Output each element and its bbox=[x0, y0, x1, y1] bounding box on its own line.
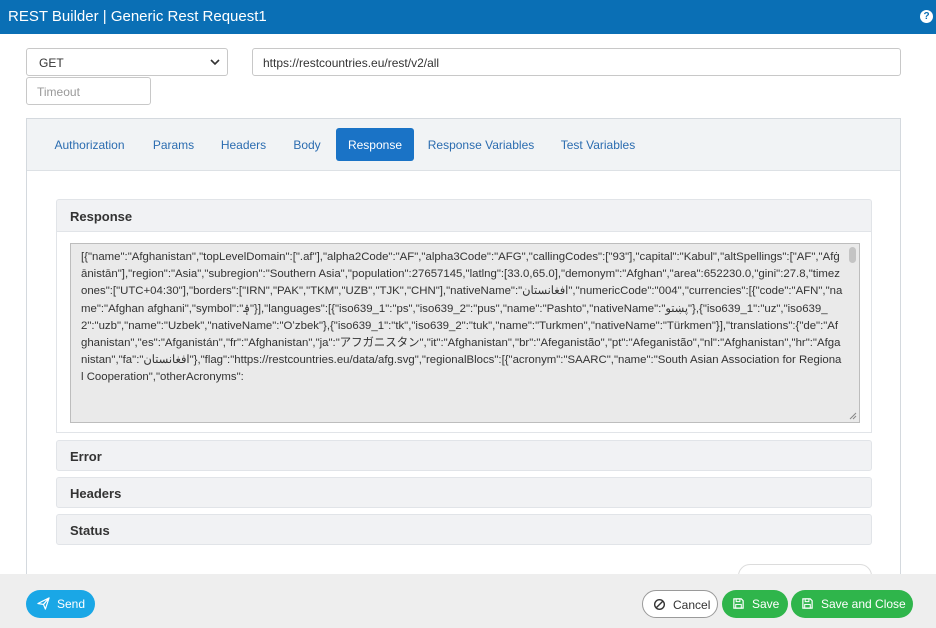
tab-params[interactable]: Params bbox=[143, 128, 204, 161]
url-value: https://restcountries.eu/rest/v2/all bbox=[263, 56, 440, 70]
send-button[interactable]: Send bbox=[26, 590, 95, 618]
tab-response-variables[interactable]: Response Variables bbox=[418, 128, 544, 161]
headers-section[interactable]: Headers bbox=[56, 477, 872, 508]
tab-bar: Authorization Params Headers Body Respon… bbox=[27, 119, 900, 171]
send-label: Send bbox=[57, 597, 86, 611]
chevron-down-icon bbox=[210, 59, 220, 66]
save-label: Save bbox=[752, 597, 780, 611]
response-textarea[interactable]: [{"name":"Afghanistan","topLevelDomain":… bbox=[70, 243, 860, 423]
window-title: REST Builder | Generic Rest Request1 bbox=[8, 8, 267, 25]
timeout-placeholder: Timeout bbox=[37, 85, 80, 99]
save-and-close-button[interactable]: Save and Close bbox=[791, 590, 913, 618]
timeout-input[interactable]: Timeout bbox=[26, 77, 151, 105]
url-input[interactable]: https://restcountries.eu/rest/v2/all bbox=[252, 48, 901, 76]
tab-authorization[interactable]: Authorization bbox=[40, 128, 139, 161]
response-section-title: Response bbox=[70, 209, 133, 224]
headers-section-title: Headers bbox=[70, 486, 122, 501]
footer-bar: Send Cancel Save Save and Close bbox=[0, 574, 936, 628]
method-select[interactable]: GET bbox=[26, 48, 228, 76]
response-section-body: [{"name":"Afghanistan","topLevelDomain":… bbox=[56, 232, 872, 433]
response-section-header[interactable]: Response bbox=[56, 199, 872, 232]
save-button[interactable]: Save bbox=[722, 590, 788, 618]
tab-body[interactable]: Body bbox=[282, 128, 332, 161]
cancel-label: Cancel bbox=[673, 598, 711, 612]
response-text: [{"name":"Afghanistan","topLevelDomain":… bbox=[81, 251, 843, 384]
method-value: GET bbox=[39, 56, 64, 70]
status-section-title: Status bbox=[70, 523, 110, 538]
ban-icon bbox=[653, 598, 666, 611]
tab-headers[interactable]: Headers bbox=[209, 128, 278, 161]
scrollbar-thumb[interactable] bbox=[849, 247, 856, 263]
paper-plane-icon bbox=[37, 597, 50, 610]
error-section[interactable]: Error bbox=[56, 440, 872, 471]
help-icon[interactable]: ? bbox=[920, 10, 933, 23]
resize-handle-icon[interactable] bbox=[849, 412, 857, 420]
floppy-disk-icon bbox=[802, 598, 813, 609]
tab-test-variables[interactable]: Test Variables bbox=[548, 128, 648, 161]
cancel-button[interactable]: Cancel bbox=[642, 590, 718, 618]
save-and-close-label: Save and Close bbox=[821, 597, 906, 611]
tab-response[interactable]: Response bbox=[336, 128, 414, 161]
title-bar: REST Builder | Generic Rest Request1 ? bbox=[0, 0, 936, 34]
status-section[interactable]: Status bbox=[56, 514, 872, 545]
floppy-disk-icon bbox=[733, 598, 744, 609]
request-panel: Authorization Params Headers Body Respon… bbox=[26, 118, 901, 588]
error-section-title: Error bbox=[70, 449, 102, 464]
